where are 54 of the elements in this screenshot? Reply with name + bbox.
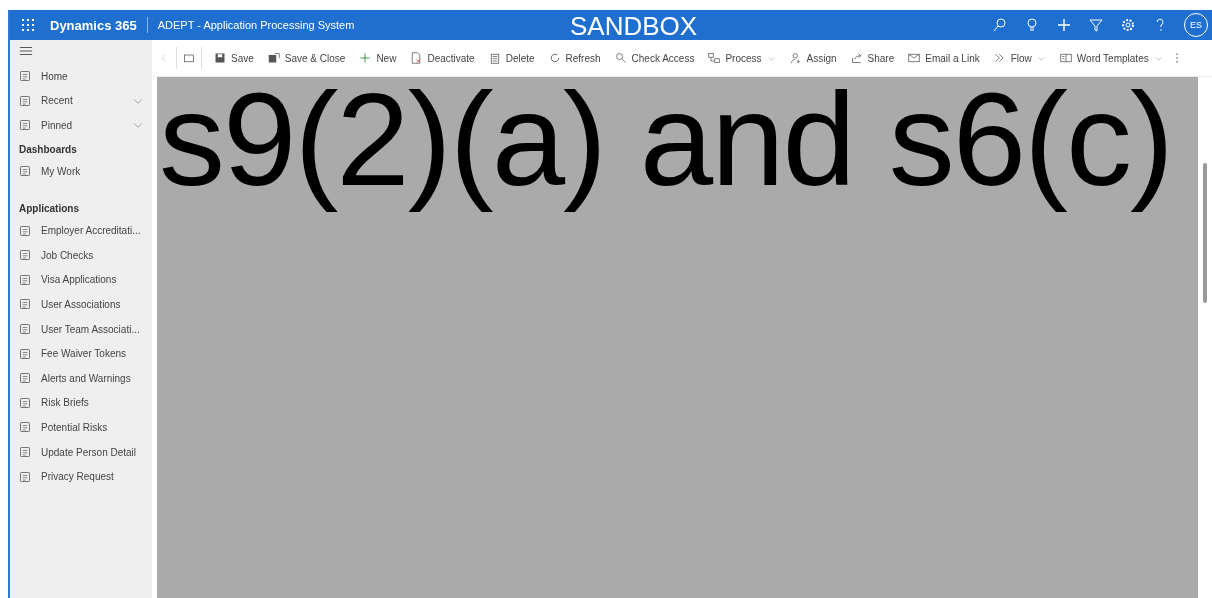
toolbar-button[interactable]: Process	[702, 46, 782, 70]
toolbar-button[interactable]: Save	[208, 46, 260, 70]
menu-icon	[19, 44, 33, 58]
refresh-icon	[548, 52, 561, 64]
sidebar-item[interactable]: Alerts and Warnings	[41, 372, 131, 384]
app-launcher-icon[interactable]	[20, 17, 36, 33]
toolbar-button[interactable]: Check Access	[608, 46, 701, 70]
environment-label: SANDBOX	[570, 11, 698, 42]
filter-icon	[1088, 17, 1104, 33]
flowchart-icon	[708, 52, 721, 64]
toolbar-button[interactable]: Deactivate	[404, 46, 481, 70]
toolbar-button[interactable]: Assign	[783, 46, 843, 70]
toolbar-button[interactable]: Flow	[987, 46, 1052, 70]
sidebar-group-heading: Dashboards	[18, 142, 78, 157]
toolbar-button[interactable]: Delete	[482, 46, 541, 70]
plus-icon	[1056, 17, 1072, 33]
toolbar-button[interactable]: Share	[844, 46, 901, 70]
sidebar-item[interactable]: Recent	[41, 95, 73, 107]
sidebar-item[interactable]: Visa Applications	[41, 274, 117, 286]
window-icon	[183, 52, 195, 64]
sidebar-item[interactable]: Potential Risks	[41, 421, 108, 433]
app-name[interactable]: Dynamics 365	[50, 17, 137, 33]
magnifier-icon	[614, 52, 627, 64]
settings-icon	[1120, 17, 1136, 33]
scrollbar-thumb[interactable]	[1203, 163, 1207, 303]
document-icon	[19, 470, 31, 483]
toolbar-button[interactable]: Save & Close	[261, 46, 352, 70]
toolbar-button[interactable]: Refresh	[542, 46, 607, 70]
sidebar-item[interactable]: Employer Accreditati...	[41, 225, 141, 237]
sidebar-item[interactable]: User Team Associati...	[41, 323, 140, 335]
sidebar-item[interactable]: Update Person Detail	[41, 446, 137, 458]
sidebar-item[interactable]: Privacy Request	[41, 471, 114, 483]
sidebar-item[interactable]: Fee Waiver Tokens	[41, 348, 127, 360]
document-icon	[410, 52, 423, 64]
word-document-icon	[1059, 52, 1072, 64]
toolbar-button[interactable]: New	[353, 46, 403, 70]
sidebar-item[interactable]: Home	[41, 70, 68, 82]
envelope-icon	[908, 52, 921, 64]
sidebar-item[interactable]: Risk Briefs	[41, 397, 89, 409]
share-icon	[850, 52, 863, 64]
toolbar-button[interactable]: Email a Link	[902, 46, 986, 70]
sidebar-item[interactable]: Job Checks	[41, 249, 94, 261]
app-title: ADEPT - Application Processing System	[157, 19, 355, 31]
sidebar-item[interactable]: User Associations	[41, 298, 121, 310]
redaction-label: s9(2)(a) and s6(c)	[159, 77, 1173, 213]
search-icon	[992, 17, 1008, 33]
person-icon	[789, 52, 802, 64]
trash-icon	[488, 52, 501, 64]
plus-icon	[359, 52, 372, 64]
toolbar-button[interactable]: Word Templates	[1053, 46, 1169, 70]
sidebar-group-heading: Applications	[18, 202, 80, 217]
sidebar-item[interactable]: My Work	[41, 165, 81, 177]
sidebar-item[interactable]: Pinned	[41, 120, 73, 131]
lightbulb-icon	[1024, 17, 1040, 33]
